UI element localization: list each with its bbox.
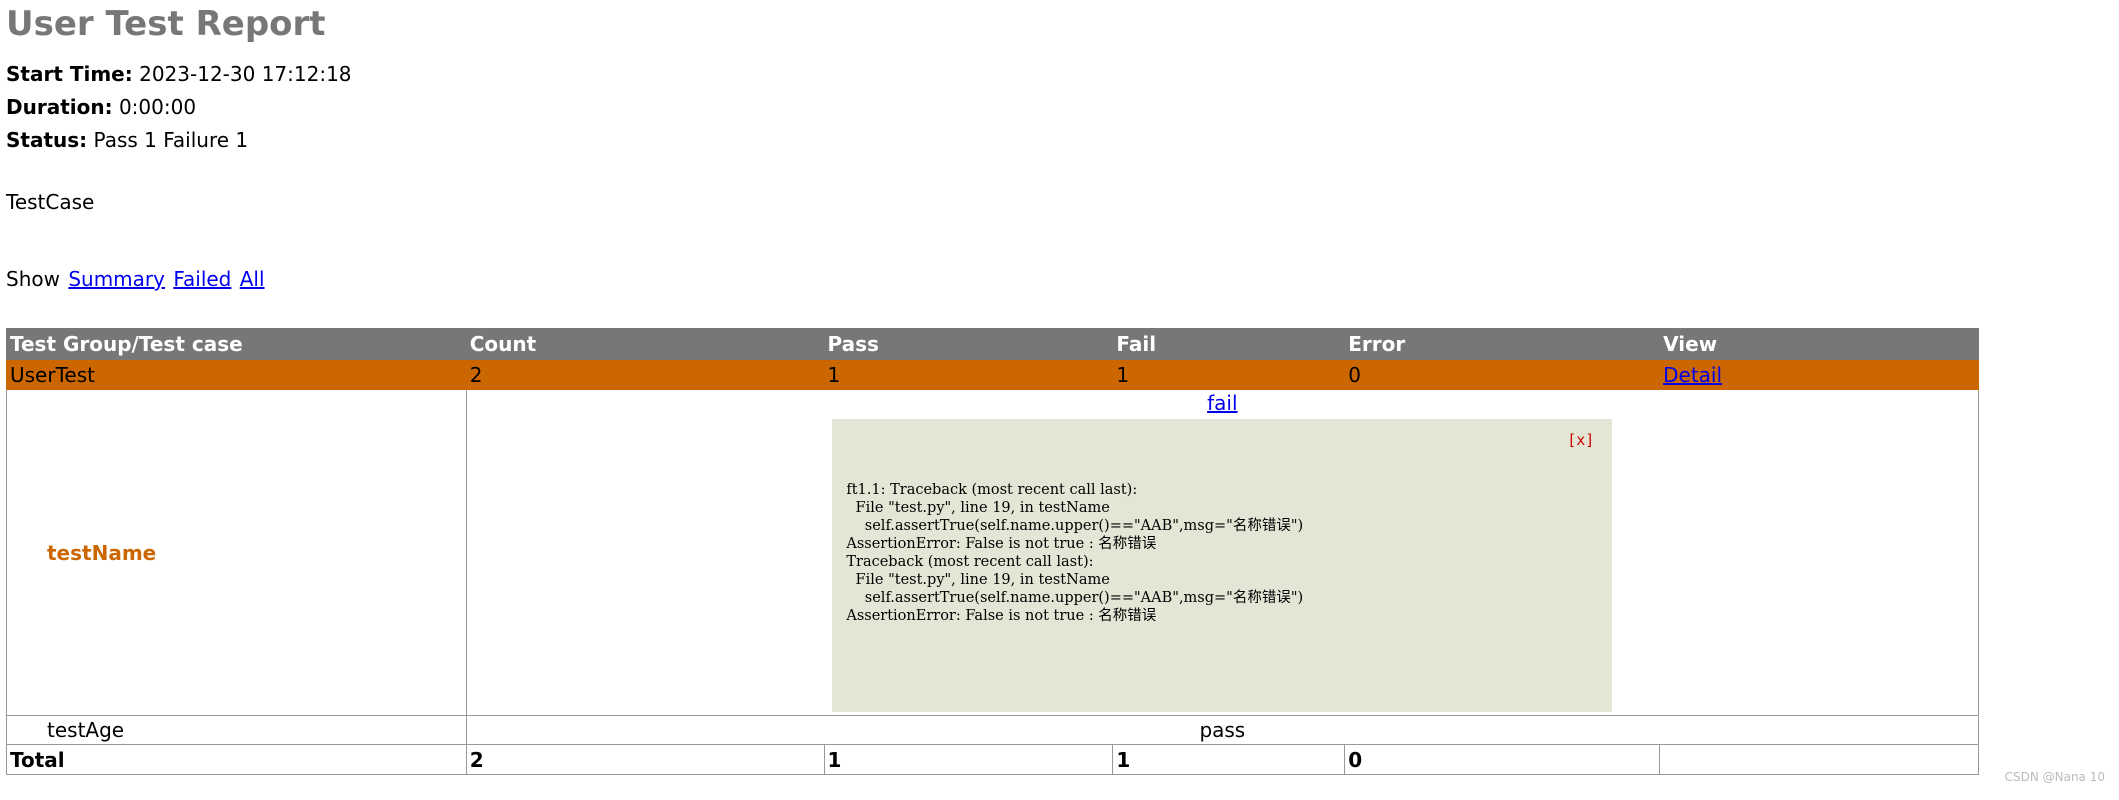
case-result-cell: fail [x] ft1.1: Traceback (most recent c… xyxy=(465,389,1980,716)
group-name: UserTest xyxy=(6,359,467,390)
total-view-empty xyxy=(1659,744,1979,775)
total-pass: 1 xyxy=(823,744,1114,775)
show-failed-link[interactable]: Failed xyxy=(173,267,231,291)
header-test-group: Test Group/Test case xyxy=(6,328,467,360)
start-time-row: Start Time: 2023-12-30 17:12:18 xyxy=(6,58,2113,91)
total-label: Total xyxy=(6,744,467,775)
pass-result: pass xyxy=(465,715,1980,745)
show-filter-bar: Show Summary Failed All xyxy=(6,264,2113,294)
status-label: Status: xyxy=(6,128,88,152)
table-header-row: Test Group/Test case Count Pass Fail Err… xyxy=(6,328,1979,360)
status-row: Status: Pass 1 Failure 1 xyxy=(6,124,2113,157)
duration-row: Duration: 0:00:00 xyxy=(6,91,2113,124)
header-count: Count xyxy=(465,328,825,360)
total-fail: 1 xyxy=(1112,744,1346,775)
total-error: 0 xyxy=(1344,744,1661,775)
status-value: Pass 1 Failure 1 xyxy=(93,128,249,152)
case-name-testname: testName xyxy=(6,389,467,716)
traceback-text: ft1.1: Traceback (most recent call last)… xyxy=(846,482,1304,624)
header-error: Error xyxy=(1344,328,1661,360)
show-all-link[interactable]: All xyxy=(240,267,265,291)
show-label: Show xyxy=(6,267,60,291)
start-time-value: 2023-12-30 17:12:18 xyxy=(139,62,352,86)
total-row: Total 2 1 1 0 xyxy=(6,744,1979,775)
duration-value: 0:00:00 xyxy=(118,95,197,119)
header-pass: Pass xyxy=(823,328,1114,360)
group-error: 0 xyxy=(1344,359,1661,390)
total-count: 2 xyxy=(465,744,825,775)
close-popup-button[interactable]: [x] xyxy=(1567,431,1594,449)
case-name-testage: testAge xyxy=(6,715,467,745)
test-case-row-fail: testName fail [x] ft1.1: Traceback (most… xyxy=(6,389,1980,716)
detail-link[interactable]: Detail xyxy=(1663,363,1722,387)
report-meta: Start Time: 2023-12-30 17:12:18 Duration… xyxy=(6,58,2113,157)
header-fail: Fail xyxy=(1112,328,1346,360)
start-time-label: Start Time: xyxy=(6,62,133,86)
show-summary-link[interactable]: Summary xyxy=(68,267,165,291)
report-page: User Test Report Start Time: 2023-12-30 … xyxy=(0,4,2119,294)
duration-label: Duration: xyxy=(6,95,113,119)
test-group-row: UserTest 2 1 1 0 Detail xyxy=(6,359,1979,390)
report-title: User Test Report xyxy=(6,4,326,44)
report-description: TestCase xyxy=(6,190,95,214)
fail-result-link[interactable]: fail xyxy=(1207,391,1237,415)
group-view-cell: Detail xyxy=(1659,359,1979,390)
group-pass: 1 xyxy=(823,359,1114,390)
group-count: 2 xyxy=(465,359,825,390)
result-table: Test Group/Test case Count Pass Fail Err… xyxy=(6,328,1980,775)
watermark: CSDN @Nana 10 xyxy=(2004,770,2105,784)
header-view: View xyxy=(1659,328,1979,360)
test-case-row-pass: testAge pass xyxy=(6,715,1980,745)
traceback-popup: [x] ft1.1: Traceback (most recent call l… xyxy=(832,419,1613,712)
group-fail: 1 xyxy=(1112,359,1346,390)
